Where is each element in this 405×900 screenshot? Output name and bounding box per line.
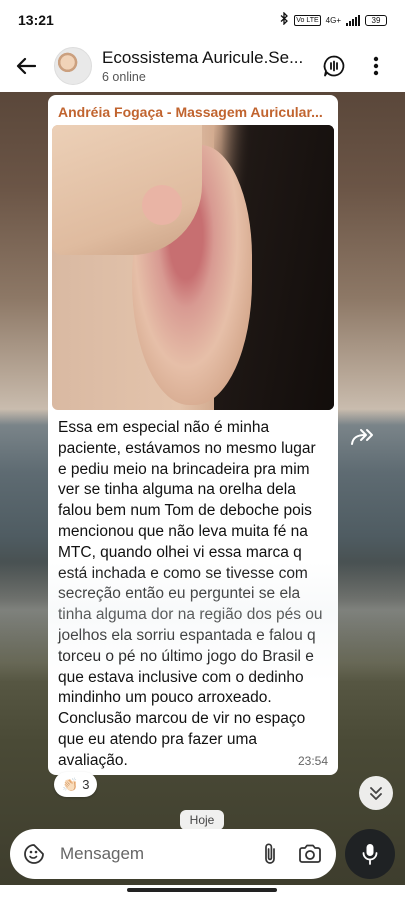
signal-icon — [346, 14, 360, 26]
group-avatar[interactable] — [54, 47, 92, 85]
date-separator: Hoje — [180, 810, 224, 830]
message-bubble[interactable]: Andréia Fogaça - Massagem Auricular... E… — [48, 95, 338, 775]
attach-button[interactable] — [254, 838, 286, 870]
volte-icon: Vo LTE — [294, 14, 321, 26]
reaction-count: 3 — [82, 777, 90, 792]
camera-icon — [299, 844, 321, 863]
online-count: 6 online — [102, 70, 146, 84]
back-button[interactable] — [4, 44, 48, 88]
message-sender[interactable]: Andréia Fogaça - Massagem Auricular... — [52, 100, 334, 125]
message-time: 23:54 — [297, 754, 328, 768]
message-input-bar — [10, 829, 336, 879]
status-time: 13:21 — [18, 12, 54, 28]
chat-header: Ecossistema Auricule.Se... 6 online — [0, 40, 405, 92]
forward-button[interactable] — [350, 427, 376, 447]
voice-message-button[interactable] — [345, 829, 395, 879]
home-indicator[interactable] — [127, 888, 277, 892]
chat-background[interactable]: Andréia Fogaça - Massagem Auricular... E… — [0, 92, 405, 885]
double-chevron-down-icon — [370, 787, 382, 800]
clapping-hands-icon: 👏🏻 — [62, 776, 79, 792]
reaction-badge[interactable]: 👏🏻 3 — [54, 772, 98, 797]
photo-fingernail — [142, 185, 182, 225]
sticker-icon — [24, 844, 44, 864]
network-label: 4G+ — [325, 15, 341, 25]
battery-level: 39 — [371, 15, 381, 25]
message-input[interactable] — [60, 844, 246, 864]
forward-icon — [351, 429, 373, 445]
more-options-button[interactable] — [356, 46, 396, 86]
battery-icon: 39 — [365, 14, 387, 26]
scroll-down-button[interactable] — [359, 776, 393, 810]
microphone-icon — [362, 844, 378, 865]
camera-button[interactable] — [294, 838, 326, 870]
paperclip-icon — [265, 843, 275, 864]
group-call-icon — [323, 55, 345, 77]
status-icons: Vo LTE 4G+ 39 — [280, 11, 387, 28]
emoji-button[interactable] — [20, 840, 48, 868]
bluetooth-icon — [280, 11, 289, 28]
arrow-left-icon — [16, 57, 36, 75]
chat-title-area[interactable]: Ecossistema Auricule.Se... 6 online — [102, 48, 312, 84]
status-bar: 13:21 Vo LTE 4G+ 39 — [0, 0, 405, 40]
message-photo[interactable] — [52, 125, 334, 410]
photo-finger — [52, 125, 202, 255]
group-call-button[interactable] — [314, 46, 354, 86]
chat-title: Ecossistema Auricule.Se... — [102, 48, 304, 67]
more-vertical-icon — [373, 56, 379, 76]
message-text: Essa em especial não é minha paciente, e… — [58, 419, 323, 769]
system-nav-bar — [0, 885, 405, 900]
